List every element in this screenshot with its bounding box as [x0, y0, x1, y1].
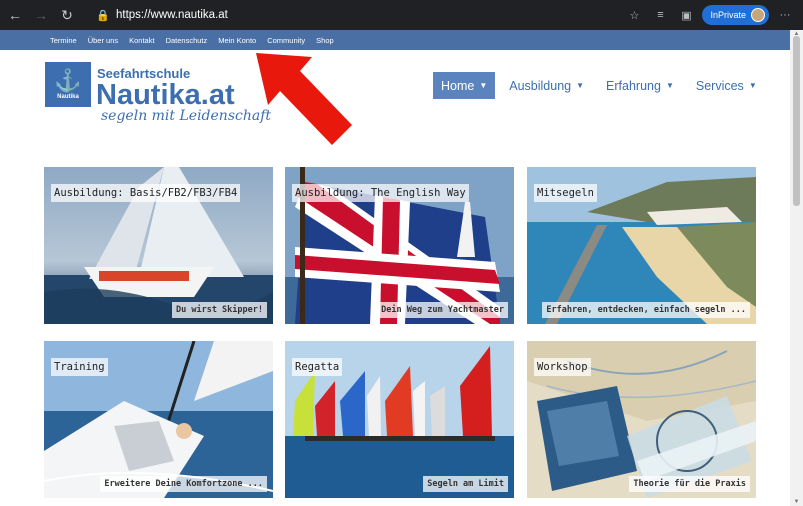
url-text: https://www.nautika.at: [116, 9, 228, 21]
tile-caption: Segeln am Limit: [423, 476, 508, 492]
tile-title: Mitsegeln: [534, 184, 597, 202]
topbar-link-termine[interactable]: Termine: [50, 36, 77, 45]
caret-down-icon: ▼: [479, 81, 488, 90]
lock-icon: 🔒: [96, 9, 110, 22]
tile-regatta[interactable]: Regatta Segeln am Limit: [285, 341, 514, 498]
refresh-button[interactable]: ↻: [56, 4, 78, 26]
caret-down-icon: ▼: [576, 81, 585, 90]
tile-ausbildung-basis[interactable]: Ausbildung: Basis/FB2/FB3/FB4 Du wirst S…: [44, 167, 273, 324]
page-scrollbar[interactable]: ▲ ▼: [790, 30, 803, 506]
topbar-link-kontakt[interactable]: Kontakt: [129, 36, 154, 45]
anchor-icon: ⚓: [54, 67, 82, 93]
tile-title: Regatta: [292, 358, 343, 376]
scroll-thumb[interactable]: [793, 36, 800, 206]
inprivate-label: InPrivate: [710, 10, 746, 20]
tile-caption: Erfahren, entdecken, einfach segeln ...: [542, 302, 750, 318]
more-menu-icon[interactable]: ···: [775, 5, 795, 25]
tile-title: Workshop: [534, 358, 591, 376]
nav-services-label: Services: [695, 78, 744, 93]
nav-home[interactable]: Home ▼: [433, 72, 496, 99]
tile-caption: Du wirst Skipper!: [172, 302, 267, 318]
tile-title: Ausbildung: Basis/FB2/FB3/FB4: [51, 184, 241, 202]
topbar-link-shop[interactable]: Shop: [316, 36, 334, 45]
tile-title: Training: [51, 358, 108, 376]
tile-title: Ausbildung: The English Way: [292, 184, 469, 202]
tile-training[interactable]: Training Erweitere Deine Komfortzone ...: [44, 341, 273, 498]
nav-erfahrung[interactable]: Erfahrung ▼: [598, 72, 682, 99]
caret-down-icon: ▼: [665, 81, 674, 90]
tile-mitsegeln[interactable]: Mitsegeln Erfahren, entdecken, einfach s…: [527, 167, 756, 324]
nav-services[interactable]: Services ▼: [688, 72, 765, 99]
topbar-link-datenschutz[interactable]: Datenschutz: [166, 36, 208, 45]
nav-ausbildung[interactable]: Ausbildung ▼: [501, 72, 592, 99]
brand-slogan: segeln mit Leidenschaft: [101, 108, 272, 124]
top-link-bar: Termine Über uns Kontakt Datenschutz Mei…: [0, 30, 790, 50]
topbar-link-mein-konto[interactable]: Mein Konto: [218, 36, 256, 45]
favorite-star-icon[interactable]: ☆: [624, 5, 644, 25]
tile-workshop[interactable]: Workshop Theorie für die Praxis: [527, 341, 756, 498]
nav-erfahrung-label: Erfahrung: [606, 78, 661, 93]
logo-box-label: Nautika: [57, 93, 79, 100]
topbar-link-community[interactable]: Community: [267, 36, 305, 45]
back-button[interactable]: ←: [4, 4, 26, 26]
topbar-link-ueber-uns[interactable]: Über uns: [88, 36, 118, 45]
tile-english-way[interactable]: Ausbildung: The English Way Dein Weg zum…: [285, 167, 514, 324]
caret-down-icon: ▼: [748, 81, 757, 90]
tile-caption: Erweitere Deine Komfortzone ...: [100, 476, 267, 492]
profile-avatar: [751, 8, 765, 22]
tile-caption: Theorie für die Praxis: [629, 476, 750, 492]
scroll-down-arrow-icon[interactable]: ▼: [790, 498, 803, 506]
browser-toolbar: ← → ↻ 🔒 https://www.nautika.at ☆ ≡ ▣ InP…: [0, 0, 803, 30]
site-logo[interactable]: ⚓ Nautika: [45, 62, 91, 107]
nav-ausbildung-label: Ausbildung: [509, 78, 572, 93]
brand-name[interactable]: Nautika.at: [96, 80, 235, 110]
favorites-list-icon[interactable]: ≡: [650, 5, 670, 25]
address-bar[interactable]: 🔒 https://www.nautika.at: [96, 4, 666, 26]
forward-button[interactable]: →: [30, 4, 52, 26]
main-navigation: Home ▼ Ausbildung ▼ Erfahrung ▼ Services ▼: [433, 72, 765, 99]
nav-home-label: Home: [441, 78, 475, 93]
tile-caption: Dein Weg zum Yachtmaster: [377, 302, 508, 318]
red-pointer-arrow-icon: [256, 53, 352, 145]
collections-icon[interactable]: ▣: [676, 5, 696, 25]
inprivate-button[interactable]: InPrivate: [702, 5, 769, 25]
